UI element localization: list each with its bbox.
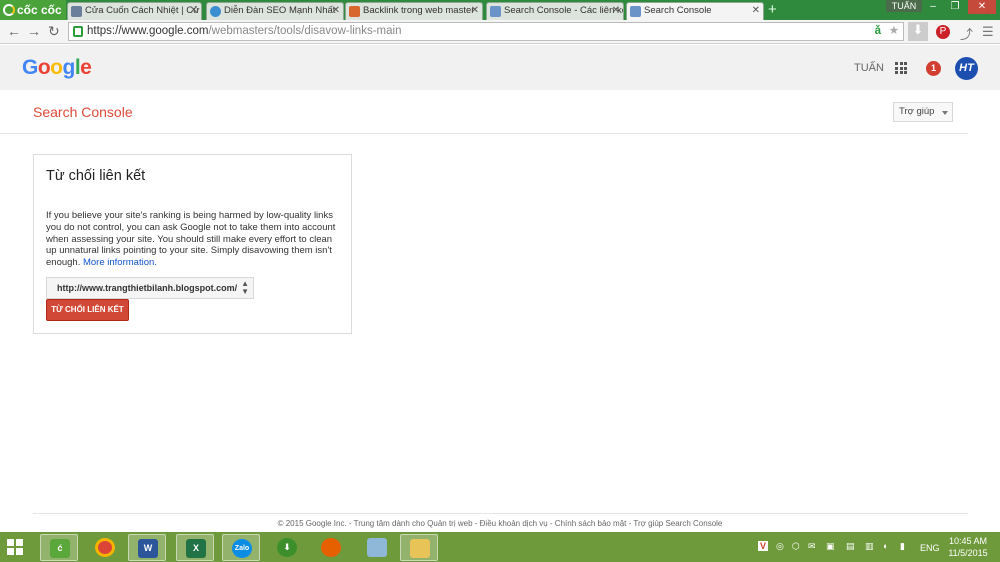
- site-favicon-icon: [71, 6, 82, 17]
- select-arrows-icon: ▲ ▼: [241, 279, 249, 296]
- browser-brand: cốc cốc: [17, 3, 62, 17]
- tab-2[interactable]: Diễn Đàn SEO Mạnh Nhất ✕: [206, 2, 344, 20]
- network-icon[interactable]: ▮: [900, 541, 905, 552]
- tray-icon[interactable]: ▥: [865, 541, 874, 552]
- search-console-header: Search Console Trợ giúp: [0, 90, 968, 134]
- browser-logo[interactable]: cốc cốc: [0, 0, 66, 20]
- taskbar-coccoc[interactable]: ć: [40, 534, 78, 561]
- card-heading: Từ chối liên kết: [46, 168, 146, 184]
- footer-link-terms[interactable]: Điều khoản dịch vụ: [480, 519, 548, 528]
- taskbar-zalo[interactable]: Zalo: [222, 534, 260, 561]
- help-label: Trợ giúp: [899, 106, 935, 117]
- apps-grid-icon[interactable]: [895, 62, 907, 74]
- back-icon[interactable]: ←: [7, 23, 21, 39]
- more-information-link[interactable]: More information.: [83, 257, 157, 268]
- tray-icon[interactable]: ⬡: [792, 541, 800, 552]
- search-console-favicon-icon: [490, 6, 501, 17]
- clock-time: 10:45 AM: [948, 536, 988, 546]
- disavow-links-button[interactable]: TỪ CHỐI LIÊN KẾT: [46, 299, 129, 321]
- site-favicon-icon: [210, 6, 221, 17]
- windows-taskbar: ć W X Zalo ⬇ V ◎ ⬡ ✉ ▣ ▤ ▥ ◖ ▮ ENG 10:45…: [0, 532, 1000, 562]
- footer-link-help[interactable]: Trợ giúp Search Console: [633, 519, 722, 528]
- url-host: https://www.google.com: [87, 25, 209, 37]
- tab-1[interactable]: Cửa Cuốn Cách Nhiệt | Cử ✕: [67, 2, 202, 20]
- tab-4[interactable]: Search Console - Các liên kết ✕: [486, 2, 624, 20]
- google-logo[interactable]: Google: [22, 56, 92, 80]
- tab-5-active[interactable]: Search Console ✕: [626, 2, 764, 20]
- coccoc-icon: ć: [50, 539, 70, 558]
- taskbar-firefox[interactable]: [312, 534, 350, 561]
- download-icon[interactable]: ⬇: [908, 22, 928, 41]
- card-description: If you believe your site's ranking is be…: [46, 210, 336, 269]
- close-tab-icon[interactable]: ✕: [612, 3, 620, 19]
- close-tab-icon[interactable]: ✕: [190, 3, 198, 19]
- excel-icon: X: [186, 539, 206, 558]
- taskbar-app[interactable]: [358, 534, 396, 561]
- site-favicon-icon: [349, 6, 360, 17]
- footer-copyright: © 2015 Google Inc.: [277, 519, 347, 528]
- browser-tab-bar: cốc cốc Cửa Cuốn Cách Nhiệt | Cử ✕ Diễn …: [0, 0, 1000, 20]
- account-name[interactable]: TUẤN: [854, 62, 884, 74]
- language-indicator[interactable]: ENG: [920, 543, 940, 553]
- footer-link-privacy[interactable]: Chính sách bảo mật: [555, 519, 627, 528]
- taskbar-excel[interactable]: X: [176, 534, 214, 561]
- close-tab-icon[interactable]: ✕: [752, 3, 760, 19]
- clock-date: 11/5/2015: [948, 548, 988, 558]
- windows-start-icon[interactable]: [7, 539, 23, 555]
- page-title[interactable]: Search Console: [33, 104, 133, 120]
- share-icon[interactable]: ⤴: [960, 24, 973, 43]
- chevron-down-icon: [942, 111, 948, 115]
- reload-icon[interactable]: ↻: [48, 23, 60, 40]
- clock[interactable]: 10:45 AM 11/5/2015: [944, 535, 992, 559]
- disavow-card: Từ chối liên kết If you believe your sit…: [33, 154, 352, 334]
- site-select[interactable]: http://www.trangthietbilanh.blogspot.com…: [46, 277, 254, 299]
- coccoc-logo-icon: [3, 4, 15, 16]
- taskbar-explorer[interactable]: [400, 534, 438, 561]
- tray-icon[interactable]: ▤: [846, 541, 855, 552]
- chat-icon[interactable]: ✉: [808, 541, 816, 552]
- volume-icon[interactable]: ◖: [882, 541, 887, 551]
- restore-icon[interactable]: ❐: [944, 0, 966, 14]
- url-path: /webmasters/tools/disavow-links-main: [208, 25, 402, 37]
- menu-icon[interactable]: ☰: [982, 24, 994, 40]
- coccoc-translate-icon[interactable]: ǎ: [875, 23, 881, 40]
- lock-icon: [73, 26, 83, 37]
- avatar[interactable]: HT: [955, 57, 978, 80]
- taskbar-word[interactable]: W: [128, 534, 166, 561]
- google-header: Google TUẤN 1 HT: [0, 45, 1000, 90]
- bookmark-star-icon[interactable]: ★: [889, 23, 899, 40]
- pinterest-icon[interactable]: P: [936, 25, 950, 39]
- close-window-icon[interactable]: ✕: [968, 0, 996, 14]
- download-manager-icon: ⬇: [277, 538, 297, 557]
- forward-icon[interactable]: →: [27, 23, 41, 39]
- address-toolbar: ← → ↻ https://www.google.com/webmasters/…: [0, 20, 1000, 44]
- site-select-value: http://www.trangthietbilanh.blogspot.com…: [57, 283, 238, 293]
- vietkey-icon[interactable]: V: [758, 541, 769, 551]
- tray-icon[interactable]: ◎: [776, 541, 784, 552]
- help-dropdown[interactable]: Trợ giúp: [893, 102, 953, 122]
- new-tab-button[interactable]: +: [768, 1, 777, 18]
- tab-3[interactable]: Backlink trong web master ✕: [345, 2, 483, 20]
- url-input[interactable]: https://www.google.com/webmasters/tools/…: [68, 22, 904, 41]
- close-tab-icon[interactable]: ✕: [471, 3, 479, 19]
- zalo-icon: Zalo: [232, 539, 252, 558]
- folder-icon: [410, 539, 430, 558]
- word-icon: W: [138, 539, 158, 558]
- search-console-favicon-icon: [630, 6, 641, 17]
- footer-link-webmaster-center[interactable]: Trung tâm dành cho Quản trị web: [354, 519, 473, 528]
- monitor-icon[interactable]: ▣: [826, 541, 835, 552]
- firefox-icon: [321, 538, 341, 557]
- minimize-icon[interactable]: –: [922, 0, 944, 14]
- app-icon: [367, 538, 387, 557]
- taskbar-idm[interactable]: ⬇: [268, 534, 306, 561]
- window-user-badge[interactable]: TUẤN: [886, 0, 922, 12]
- notifications-badge[interactable]: 1: [926, 61, 941, 76]
- taskbar-chrome[interactable]: [86, 534, 124, 561]
- footer: © 2015 Google Inc. - Trung tâm dành cho …: [277, 519, 723, 528]
- chrome-icon: [95, 538, 115, 557]
- footer-divider: [33, 513, 968, 514]
- close-tab-icon[interactable]: ✕: [332, 3, 340, 19]
